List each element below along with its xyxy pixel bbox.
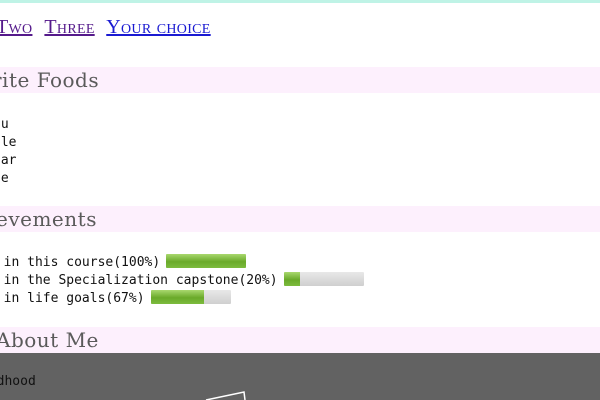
nav-link-two[interactable]: Two xyxy=(0,16,32,38)
achievement-progress-fill xyxy=(283,272,300,286)
achievement-progress-bar xyxy=(150,290,231,304)
top-accent-stripe xyxy=(0,0,600,3)
nav-links: Two Three Your choice xyxy=(0,16,218,39)
nav-link-three[interactable]: Three xyxy=(44,16,94,38)
achievements-section-title: evements xyxy=(0,207,97,231)
nav-link-your-choice[interactable]: Your choice xyxy=(106,16,210,38)
foods-section-title: rite Foods xyxy=(0,68,100,92)
about-section-title: About Me xyxy=(0,328,99,352)
achievement-progress-fill xyxy=(150,290,205,304)
sketch-line-graphic xyxy=(205,391,246,400)
food-item: gar xyxy=(0,153,17,168)
achievement-progress-bar xyxy=(283,272,364,286)
achievement-progress-bar xyxy=(166,254,247,268)
achievement-row: s in the Specialization capstone(20%) xyxy=(0,272,364,290)
achievement-label: s in the Specialization capstone(20%) xyxy=(0,273,278,288)
achievement-row: s in this course(100%) xyxy=(0,254,247,272)
achievement-row: s in life goals(67%) xyxy=(0,290,231,308)
dark-overlay xyxy=(0,353,600,400)
foods-list: fu ple gar ce xyxy=(0,116,16,188)
achievement-label: s in this course(100%) xyxy=(0,255,161,270)
food-item: fu xyxy=(0,117,9,132)
food-item: ple xyxy=(0,135,17,150)
achievement-label: s in life goals(67%) xyxy=(0,291,145,306)
childhood-label: ildhood xyxy=(0,374,36,389)
achievement-progress-fill xyxy=(166,254,247,268)
food-item: ce xyxy=(0,171,9,186)
